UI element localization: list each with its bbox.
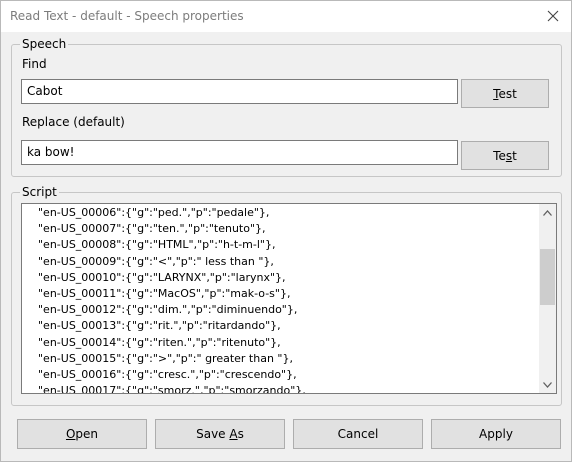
script-line: "en-US_00007":{"g":"ten.","p":"tenuto"},	[38, 222, 266, 236]
title-bar: Read Text - default - Speech properties	[1, 1, 571, 32]
chevron-down-icon	[543, 381, 552, 388]
find-label: Find	[22, 57, 47, 71]
close-button[interactable]	[543, 6, 563, 26]
open-button[interactable]: Open	[17, 419, 147, 449]
script-line: "en-US_00011":{"g":"MacOS","p":"mak-o-s"…	[38, 286, 291, 300]
script-line: "en-US_00016":{"g":"cresc.","p":"crescen…	[38, 367, 297, 381]
test-find-button[interactable]: Test	[461, 79, 549, 108]
script-line: "en-US_00012":{"g":"dim.","p":"diminuend…	[38, 303, 298, 317]
save-as-button[interactable]: Save As	[155, 419, 285, 449]
apply-button[interactable]: Apply	[431, 419, 561, 449]
script-line: "en-US_00013":{"g":"rit.","p":"ritardand…	[38, 319, 281, 333]
script-line: "en-US_00009":{"g":"<","p":" less than "…	[38, 254, 274, 268]
script-line: "en-US_00015":{"g":">","p":" greater tha…	[38, 351, 293, 365]
find-input[interactable]: Cabot	[21, 79, 458, 104]
test-find-button-label: Test	[493, 86, 517, 101]
window-title: Read Text - default - Speech properties	[10, 9, 244, 23]
script-line: "en-US_00006":{"g":"ped.","p":"pedale"},	[38, 206, 270, 219]
close-icon	[547, 10, 559, 22]
scroll-down-button[interactable]	[539, 376, 556, 393]
script-line: "en-US_00010":{"g":"LARYNX","p":"larynx"…	[38, 270, 286, 284]
script-line: "en-US_00008":{"g":"HTML","p":"h-t-m-l"}…	[38, 238, 276, 252]
script-lines: "en-US_00006":{"g":"ped.","p":"pedale"},…	[38, 205, 306, 394]
scrollbar-thumb[interactable]	[540, 249, 555, 305]
script-scrollbar[interactable]	[539, 204, 556, 393]
replace-input[interactable]: ka bow!	[21, 140, 458, 165]
save-as-button-label: Save As	[196, 427, 244, 441]
script-line: "en-US_00017":{"g":"smorz.","p":"smorzan…	[38, 384, 306, 394]
test-replace-button-label: Test	[493, 148, 517, 163]
script-line: "en-US_00014":{"g":"riten.","p":"ritenut…	[38, 335, 281, 349]
open-button-label: Open	[65, 427, 99, 441]
replace-label: Replace (default)	[22, 115, 125, 129]
chevron-up-icon	[543, 209, 552, 216]
script-group-legend: Script	[20, 185, 59, 199]
cancel-button[interactable]: Cancel	[293, 419, 423, 449]
script-textarea[interactable]: "en-US_00006":{"g":"ped.","p":"pedale"},…	[21, 203, 557, 394]
test-replace-button[interactable]: Test	[461, 141, 549, 170]
speech-properties-dialog: Read Text - default - Speech properties …	[0, 0, 572, 462]
speech-group-legend: Speech	[20, 37, 69, 51]
scroll-up-button[interactable]	[539, 204, 556, 221]
